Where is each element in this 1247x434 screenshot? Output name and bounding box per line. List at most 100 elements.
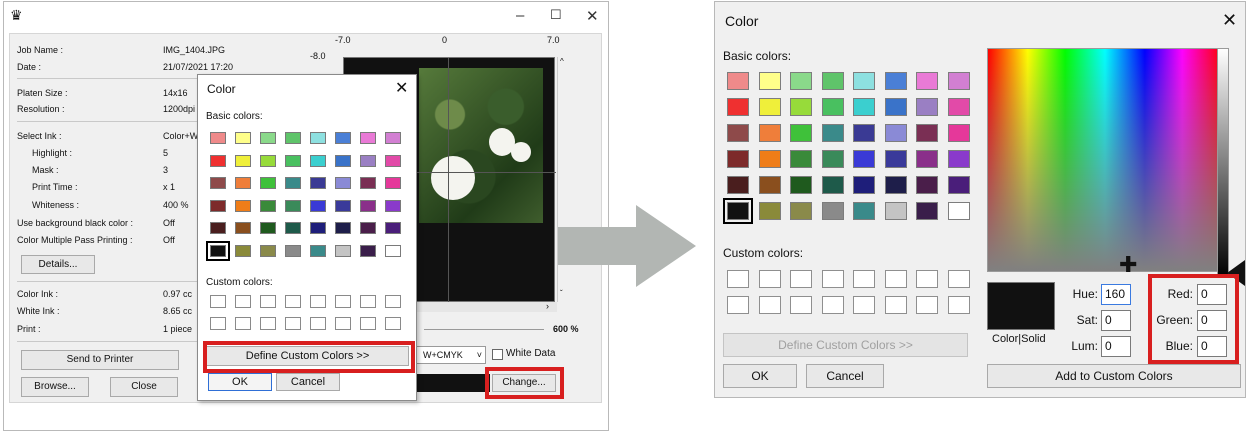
color-swatch[interactable] [260, 154, 276, 167]
color-swatch[interactable] [360, 154, 376, 167]
color-swatch[interactable] [210, 199, 226, 212]
custom-color-slot[interactable] [360, 317, 376, 330]
color-swatch[interactable] [884, 150, 907, 168]
custom-color-slot[interactable] [260, 317, 276, 330]
color-swatch[interactable] [310, 154, 326, 167]
custom-color-slot[interactable] [335, 317, 351, 330]
color-swatch[interactable] [821, 124, 844, 142]
color-swatch[interactable] [285, 177, 301, 189]
color-swatch[interactable] [821, 176, 844, 194]
custom-color-slot[interactable] [947, 270, 970, 288]
ink-mode-select[interactable]: W+CMYK ˅ [416, 346, 486, 364]
zoom-slider[interactable] [424, 329, 544, 330]
custom-color-slot[interactable] [385, 295, 401, 308]
color-swatch[interactable] [335, 199, 351, 212]
custom-color-slot[interactable] [853, 296, 875, 314]
color-swatch[interactable] [285, 199, 301, 212]
color-swatch[interactable] [385, 244, 401, 257]
color-swatch[interactable] [235, 222, 251, 234]
color-swatch[interactable] [235, 244, 251, 257]
color-swatch[interactable] [360, 199, 376, 212]
custom-color-slot[interactable] [285, 317, 301, 330]
color-swatch[interactable] [360, 177, 376, 189]
custom-color-slot[interactable] [260, 295, 276, 308]
color-swatch[interactable] [790, 98, 812, 116]
custom-color-slot[interactable] [790, 296, 812, 314]
color-swatch[interactable] [884, 98, 907, 116]
color-swatch[interactable] [884, 202, 907, 220]
color-swatch[interactable] [853, 72, 875, 90]
color-swatch[interactable] [916, 98, 938, 116]
close-button[interactable]: Close [110, 377, 178, 397]
color-swatch[interactable] [310, 132, 326, 144]
custom-color-slot[interactable] [360, 295, 376, 308]
custom-color-slot[interactable] [758, 270, 781, 288]
color-swatch[interactable] [853, 98, 875, 116]
custom-color-slot[interactable] [884, 296, 907, 314]
color-swatch[interactable] [335, 132, 351, 144]
color-swatch[interactable] [235, 154, 251, 167]
white-data-checkbox[interactable] [492, 349, 503, 360]
color-swatch[interactable] [758, 150, 781, 168]
scroll-right-icon[interactable]: › [546, 301, 549, 311]
color-swatch[interactable] [916, 150, 938, 168]
color-swatch[interactable] [285, 154, 301, 167]
color-spectrum[interactable] [987, 48, 1223, 272]
color-swatch[interactable] [727, 124, 749, 142]
color-swatch[interactable] [335, 177, 351, 189]
color-swatch[interactable] [758, 124, 781, 142]
color-swatch[interactable] [821, 98, 844, 116]
color-swatch[interactable] [260, 222, 276, 234]
sat-input[interactable]: 0 [1101, 310, 1131, 331]
custom-color-slot[interactable] [916, 270, 938, 288]
color-swatch[interactable] [235, 132, 251, 144]
color-swatch[interactable] [916, 202, 938, 220]
color-swatch[interactable] [723, 198, 753, 224]
add-to-custom-colors-button[interactable]: Add to Custom Colors [987, 364, 1241, 388]
color-swatch[interactable] [821, 150, 844, 168]
scroll-up-icon[interactable]: ^ [560, 57, 564, 66]
close-icon[interactable]: ✕ [1222, 10, 1237, 31]
color-swatch[interactable] [360, 244, 376, 257]
color-swatch[interactable] [853, 150, 875, 168]
color-swatch[interactable] [947, 150, 970, 168]
color-swatch[interactable] [947, 124, 970, 142]
color-swatch[interactable] [260, 199, 276, 212]
color-swatch[interactable] [206, 240, 230, 261]
color-swatch[interactable] [884, 72, 907, 90]
color-swatch[interactable] [335, 244, 351, 257]
custom-color-slot[interactable] [210, 295, 226, 308]
color-swatch[interactable] [853, 124, 875, 142]
color-swatch[interactable] [210, 154, 226, 167]
custom-color-slot[interactable] [727, 296, 749, 314]
color-swatch[interactable] [385, 132, 401, 144]
custom-color-slot[interactable] [235, 317, 251, 330]
custom-color-slot[interactable] [821, 270, 844, 288]
color-swatch[interactable] [385, 222, 401, 234]
custom-color-slot[interactable] [884, 270, 907, 288]
color-swatch[interactable] [790, 176, 812, 194]
color-swatch[interactable] [727, 98, 749, 116]
color-swatch[interactable] [916, 72, 938, 90]
close-icon[interactable]: ✕ [586, 7, 599, 25]
send-to-printer-button[interactable]: Send to Printer [21, 350, 179, 370]
color-swatch[interactable] [335, 154, 351, 167]
color-swatch[interactable] [884, 176, 907, 194]
color-swatch[interactable] [385, 154, 401, 167]
details-button[interactable]: Details... [21, 255, 95, 274]
color-swatch[interactable] [310, 244, 326, 257]
custom-color-slot[interactable] [853, 270, 875, 288]
custom-color-slot[interactable] [210, 317, 226, 330]
color-swatch[interactable] [385, 199, 401, 212]
color-swatch[interactable] [821, 202, 844, 220]
color-swatch[interactable] [916, 176, 938, 194]
color-swatch[interactable] [727, 176, 749, 194]
color-swatch[interactable] [758, 202, 781, 220]
color-swatch[interactable] [210, 177, 226, 189]
cancel-button[interactable]: Cancel [806, 364, 884, 388]
color-swatch[interactable] [884, 124, 907, 142]
ok-button[interactable]: OK [723, 364, 797, 388]
custom-color-slot[interactable] [310, 317, 326, 330]
color-swatch[interactable] [790, 72, 812, 90]
color-swatch[interactable] [285, 222, 301, 234]
